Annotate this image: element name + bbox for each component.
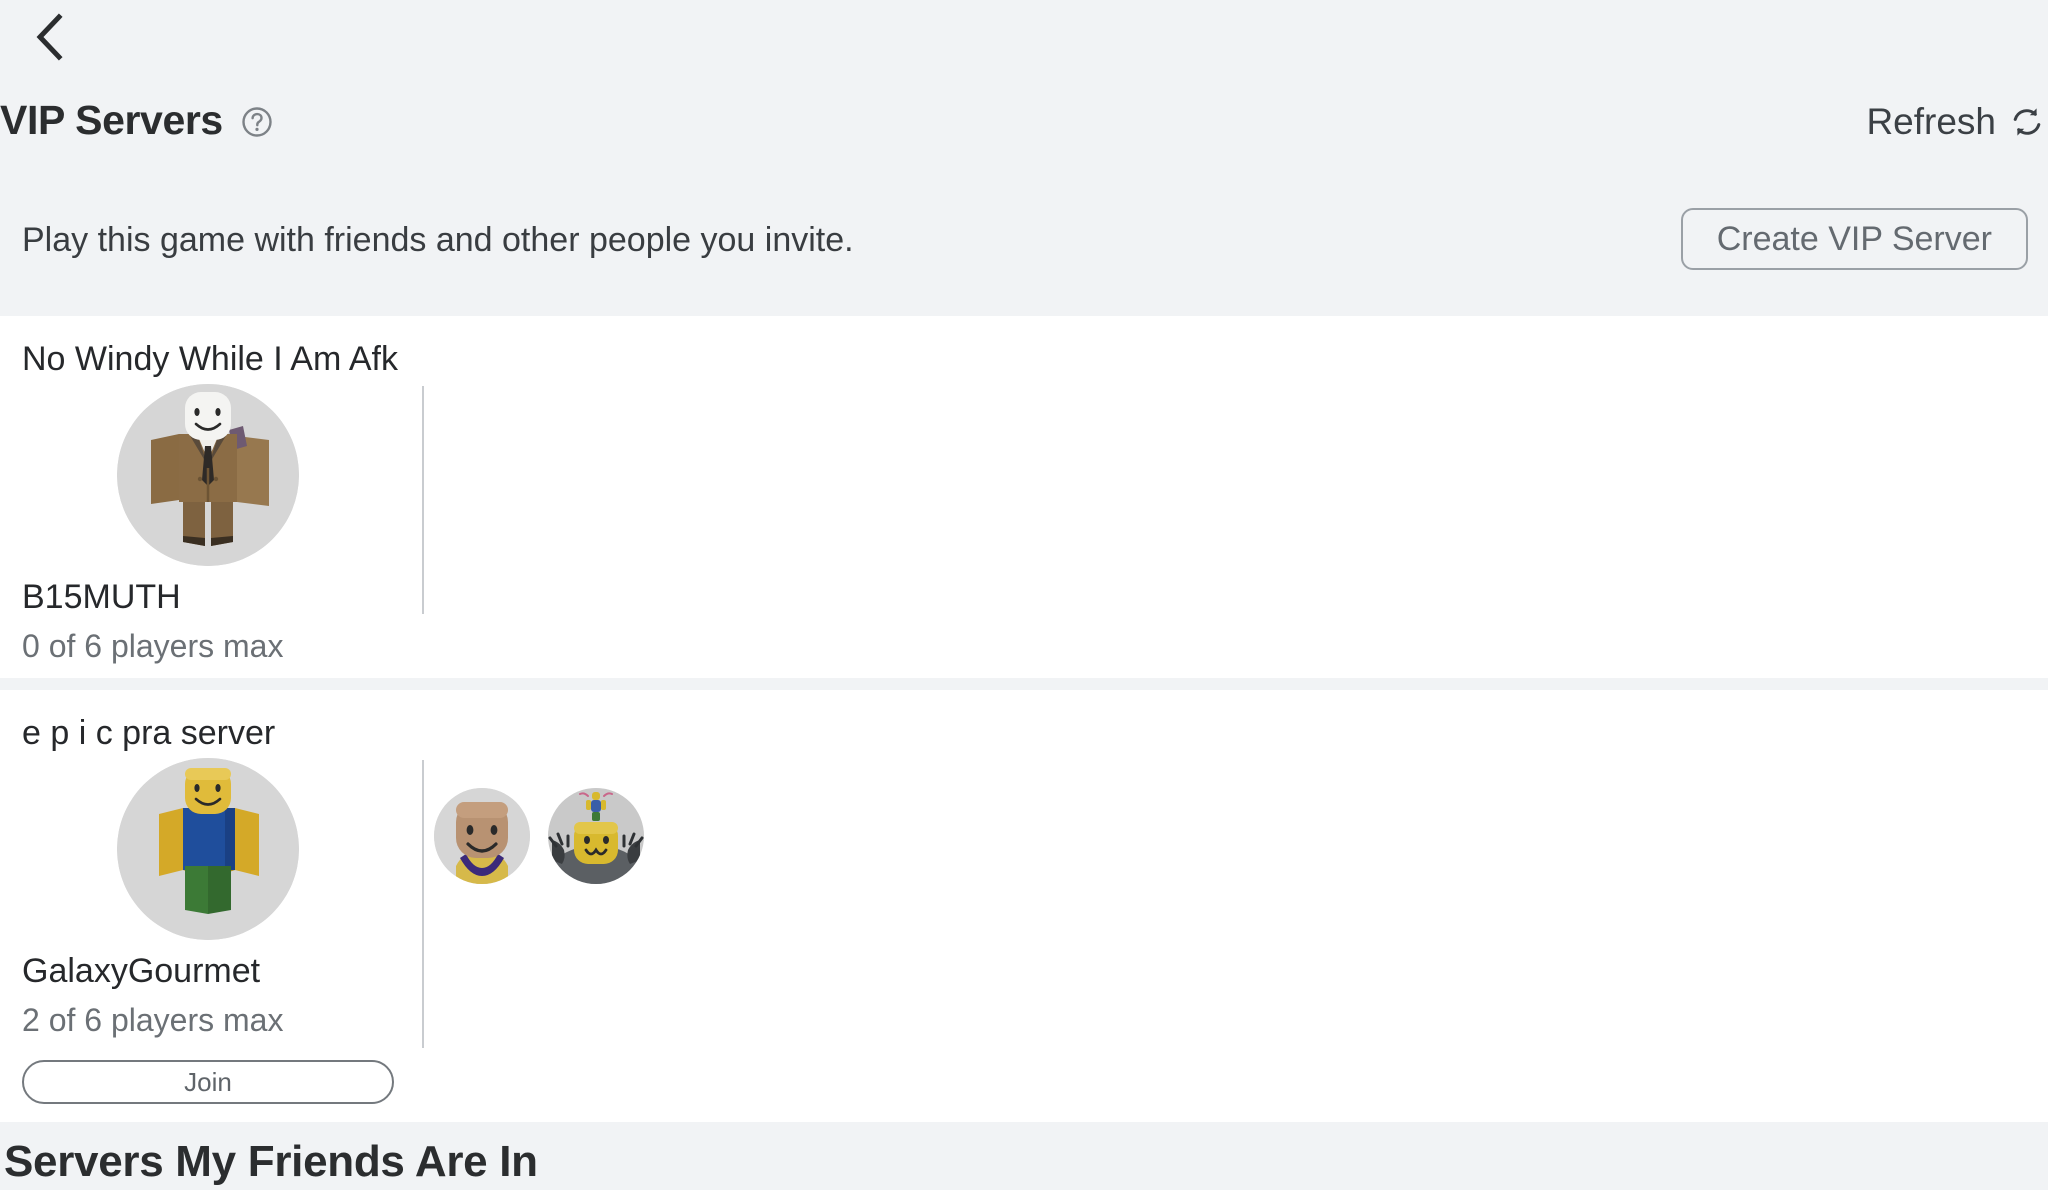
title-row: VIP Servers <box>0 100 273 141</box>
page-title: VIP Servers <box>0 97 223 143</box>
player-avatar[interactable] <box>548 788 644 884</box>
vip-servers-page: VIP Servers Refresh Play this game with … <box>0 0 2048 1190</box>
owner-avatar[interactable] <box>117 758 299 940</box>
vip-server-card: No Windy While I Am Afk B15MUTH 0 of 6 p… <box>0 316 2048 678</box>
owner-name: B15MUTH <box>22 578 181 616</box>
server-name: e p i c pra server <box>22 714 276 752</box>
server-capacity: 2 of 6 players max <box>22 1002 284 1038</box>
server-capacity: 0 of 6 players max <box>22 628 284 664</box>
server-owner-column: B15MUTH 0 of 6 players max <box>22 384 394 662</box>
refresh-icon <box>2010 105 2044 139</box>
friends-servers-section: Servers My Friends Are In <box>0 1122 2048 1190</box>
join-button[interactable]: Join <box>22 1060 394 1104</box>
friends-section-heading: Servers My Friends Are In <box>4 1137 538 1186</box>
vertical-divider <box>422 760 424 1048</box>
owner-avatar[interactable] <box>117 384 299 566</box>
refresh-label: Refresh <box>1866 101 1996 142</box>
header-panel: VIP Servers Refresh Play this game with … <box>0 0 2048 316</box>
owner-name: GalaxyGourmet <box>22 952 261 990</box>
player-avatar-list <box>434 788 644 884</box>
vip-server-card: e p i c pra server GalaxyGourmet 2 of 6 … <box>0 690 2048 1104</box>
card-separator <box>0 678 2048 690</box>
refresh-button[interactable]: Refresh <box>1866 103 2044 140</box>
page-subtitle: Play this game with friends and other pe… <box>22 221 854 259</box>
vip-server-list: No Windy While I Am Afk B15MUTH 0 of 6 p… <box>0 316 2048 1104</box>
question-circle-icon[interactable] <box>241 106 273 138</box>
vertical-divider <box>422 386 424 614</box>
server-owner-column: GalaxyGourmet 2 of 6 players max Join <box>22 758 394 1104</box>
player-avatar[interactable] <box>434 788 530 884</box>
server-name: No Windy While I Am Afk <box>22 340 398 378</box>
create-vip-server-button[interactable]: Create VIP Server <box>1680 208 2028 270</box>
back-button[interactable] <box>18 8 80 66</box>
chevron-left-icon <box>32 13 66 61</box>
